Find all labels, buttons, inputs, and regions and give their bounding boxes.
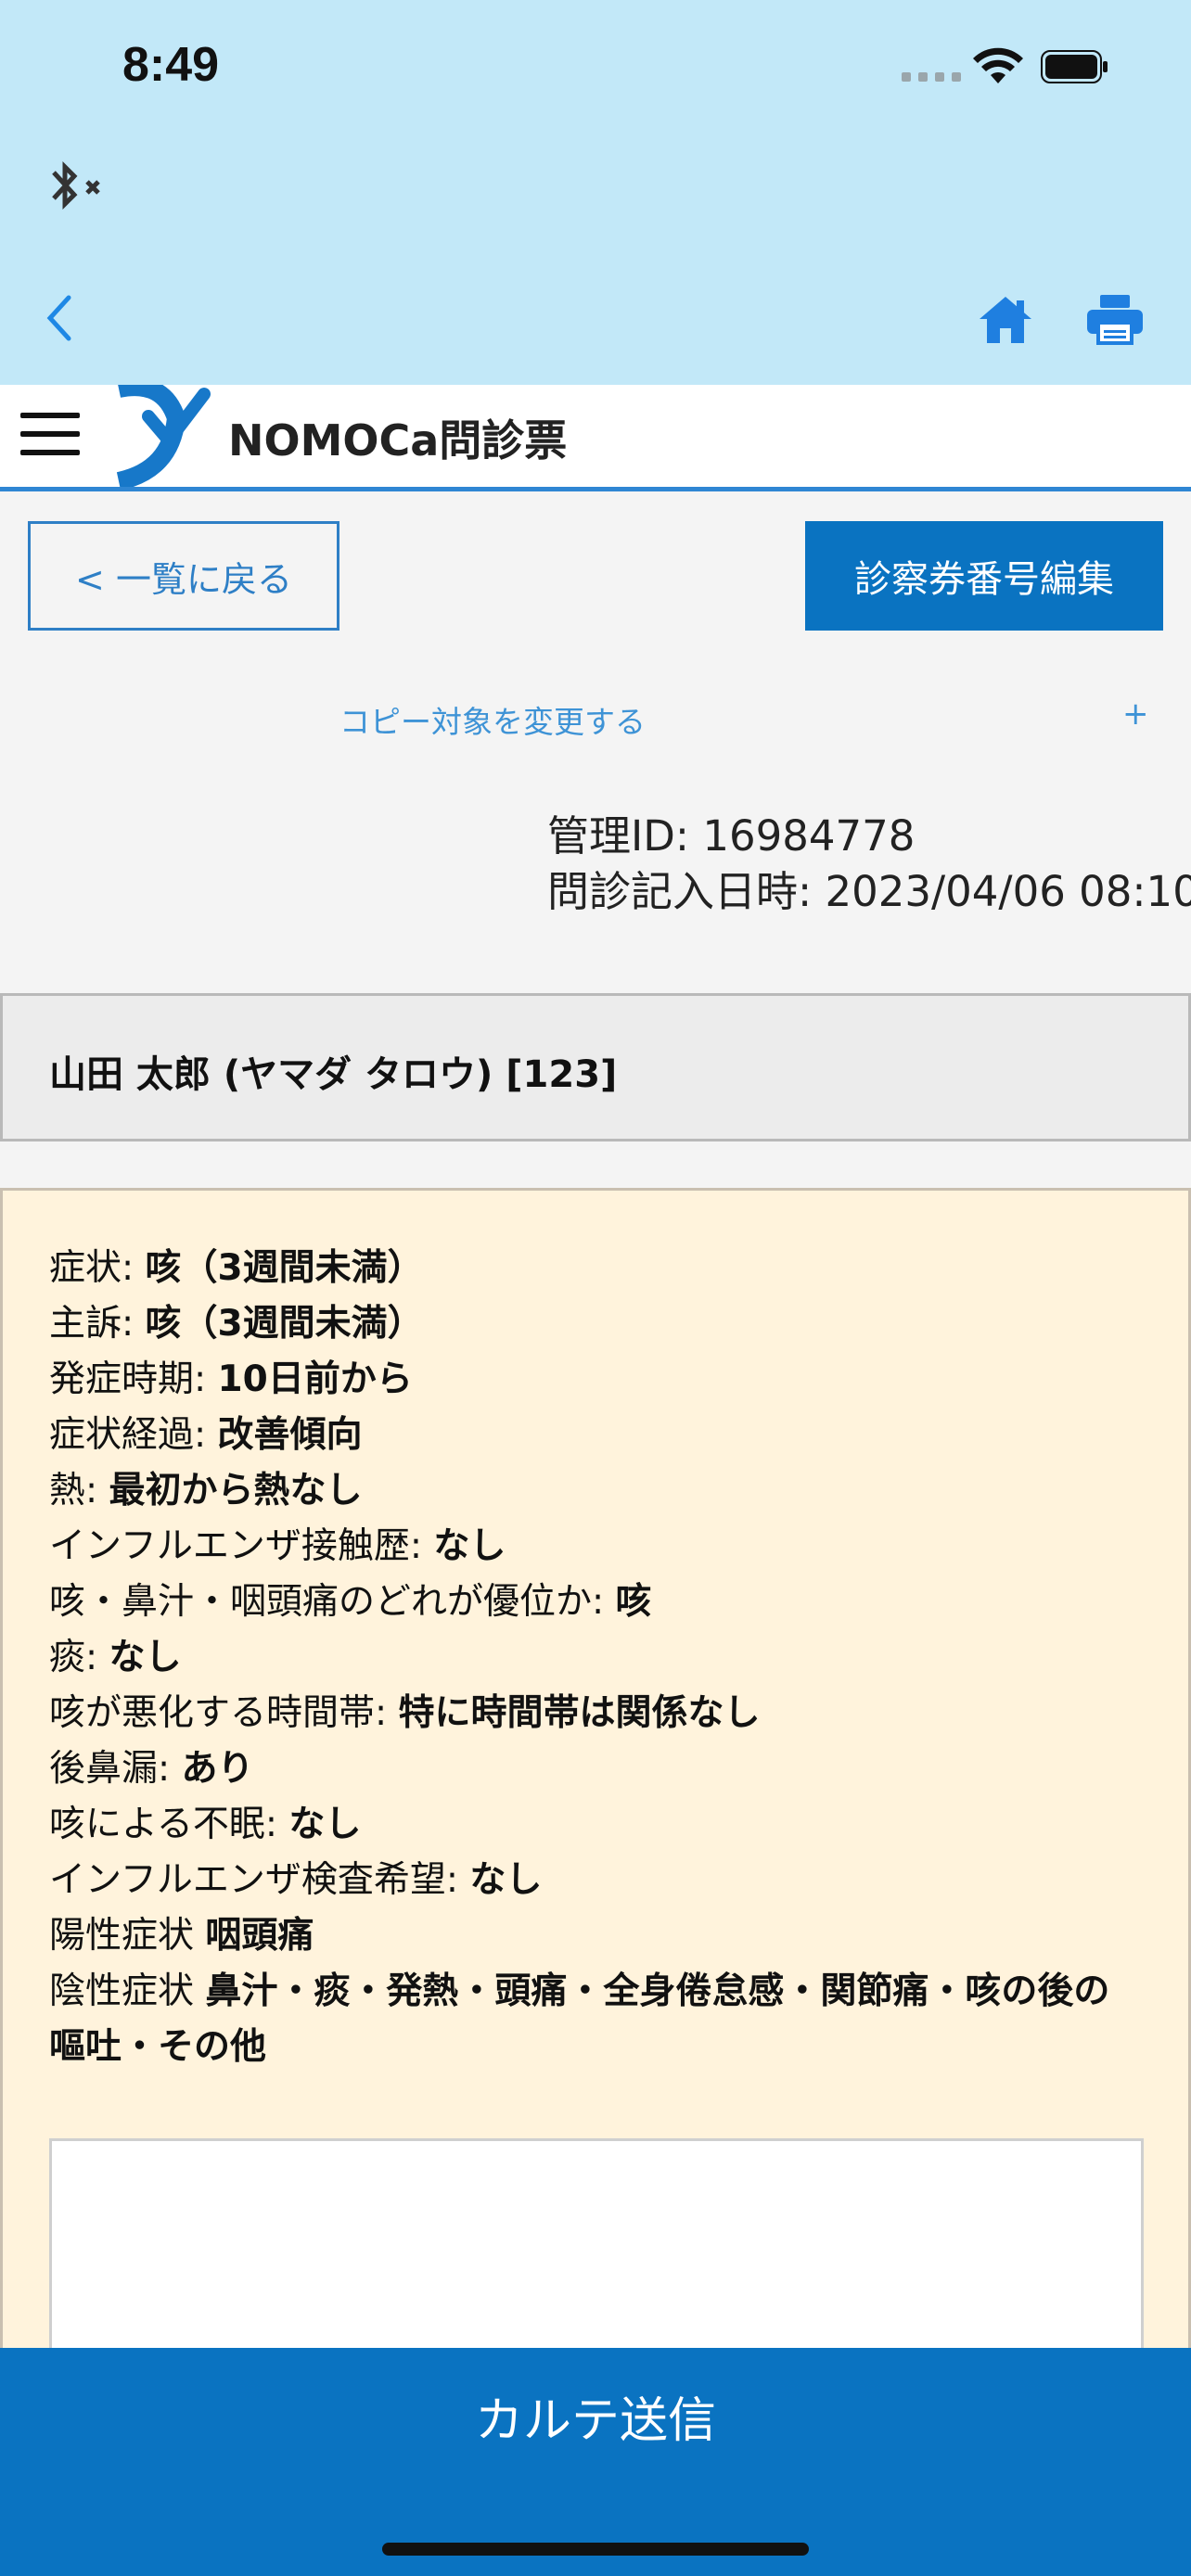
list-item: 咳が悪化する時間帯: 特に時間帯は関係なし [49,1686,1144,1741]
list-item: 痰: なし [49,1630,1144,1686]
edit-card-number-button[interactable]: 診察券番号編集 [805,521,1163,631]
send-chart-button[interactable]: カルテ送信 [0,2381,1191,2451]
record-meta: 管理ID: 16984778 問診記入日時: 2023/04/06 08:10 [547,809,1191,920]
item-value: 咽頭痛 [205,1915,314,1957]
item-label: 主訴: [49,1303,146,1345]
questionnaire-box: 症状: 咳（3週間未満） 主訴: 咳（3週間未満） 発症時期: 10日前から 症… [0,1188,1191,2472]
wifi-icon [973,47,1023,83]
hamburger-menu-icon[interactable] [20,413,80,463]
item-value: 咳（3週間未満） [145,1303,424,1345]
item-label: 陽性症状 [49,1915,206,1957]
item-value: 改善傾向 [217,1414,363,1456]
list-item: 咳・鼻汁・咽頭痛のどれが優位か: 咳 [49,1575,1144,1630]
back-to-list-button[interactable]: < 一覧に戻る [28,521,339,631]
item-label: 咳が悪化する時間帯: [49,1692,399,1734]
list-item: 主訴: 咳（3週間未満） [49,1296,1144,1352]
change-copy-target-link[interactable]: コピー対象を変更する [339,697,646,742]
item-value: あり [181,1748,254,1790]
status-time: 8:49 [122,38,220,92]
list-item: インフルエンザ検査希望: なし [49,1853,1144,1908]
item-value: なし [433,1525,506,1567]
item-label: 症状経過: [49,1414,218,1456]
list-item: 発症時期: 10日前から [49,1352,1144,1408]
item-label: インフルエンザ検査希望: [49,1859,470,1901]
list-item: 後鼻漏: あり [49,1741,1144,1797]
list-item: 陽性症状 咽頭痛 [49,1908,1144,1964]
item-value: 最初から熱なし [109,1470,363,1511]
management-id: 管理ID: 16984778 [547,811,916,861]
list-item: 陰性症状 鼻汁・痰・発熱・頭痛・全身倦怠感・関節痛・咳の後の嘔吐・その他 [49,1964,1144,2075]
item-label: 咳による不眠: [49,1804,289,1845]
item-value: 鼻汁・痰・発熱・頭痛・全身倦怠感・関節痛・咳の後の嘔吐・その他 [49,1970,1110,2068]
item-label: 熱: [49,1470,109,1511]
app-title: NOMOCa問診票 [228,415,568,465]
home-icon[interactable] [976,293,1035,345]
home-indicator [382,2543,809,2556]
list-item: 熱: 最初から熱なし [49,1463,1144,1519]
item-label: 咳・鼻汁・咽頭痛のどれが優位か: [49,1581,616,1623]
item-value: 10日前から [217,1358,413,1400]
chevron-left-icon[interactable] [41,292,78,344]
item-label: インフルエンザ接触歴: [49,1525,434,1567]
entry-datetime: 問診記入日時: 2023/04/06 08:10 [547,867,1191,916]
item-value: なし [109,1637,182,1678]
printer-icon[interactable] [1085,293,1145,345]
item-label: 痰: [49,1637,109,1678]
list-item: 咳による不眠: なし [49,1797,1144,1853]
app-header: NOMOCa問診票 [0,385,1191,491]
patient-box: 山田 太郎 (ヤマダ タロウ) [123] [0,993,1191,1141]
item-label: 発症時期: [49,1358,218,1400]
item-value: なし [469,1859,543,1901]
list-item: 症状経過: 改善傾向 [49,1408,1144,1463]
questionnaire-list: 症状: 咳（3週間未満） 主訴: 咳（3週間未満） 発症時期: 10日前から 症… [49,1241,1144,2075]
item-label: 陰性症状 [49,1970,206,2012]
list-item: インフルエンザ接触歴: なし [49,1519,1144,1575]
expand-plus-icon[interactable]: + [1122,695,1149,733]
bluetooth-off-icon [52,160,100,210]
status-bar: 8:49 [0,0,1191,385]
battery-icon [1041,50,1108,83]
item-value: 特に時間帯は関係なし [398,1692,761,1734]
nomoca-logo [116,385,211,487]
item-value: 咳（3週間未満） [145,1247,424,1289]
patient-name: 山田 太郎 (ヤマダ タロウ) [123] [49,1053,618,1096]
item-label: 症状: [49,1247,146,1289]
list-item: 症状: 咳（3週間未満） [49,1241,1144,1296]
item-value: なし [288,1804,362,1845]
item-value: 咳 [615,1581,652,1623]
cellular-signal-icon [902,72,961,82]
item-label: 後鼻漏: [49,1748,182,1790]
